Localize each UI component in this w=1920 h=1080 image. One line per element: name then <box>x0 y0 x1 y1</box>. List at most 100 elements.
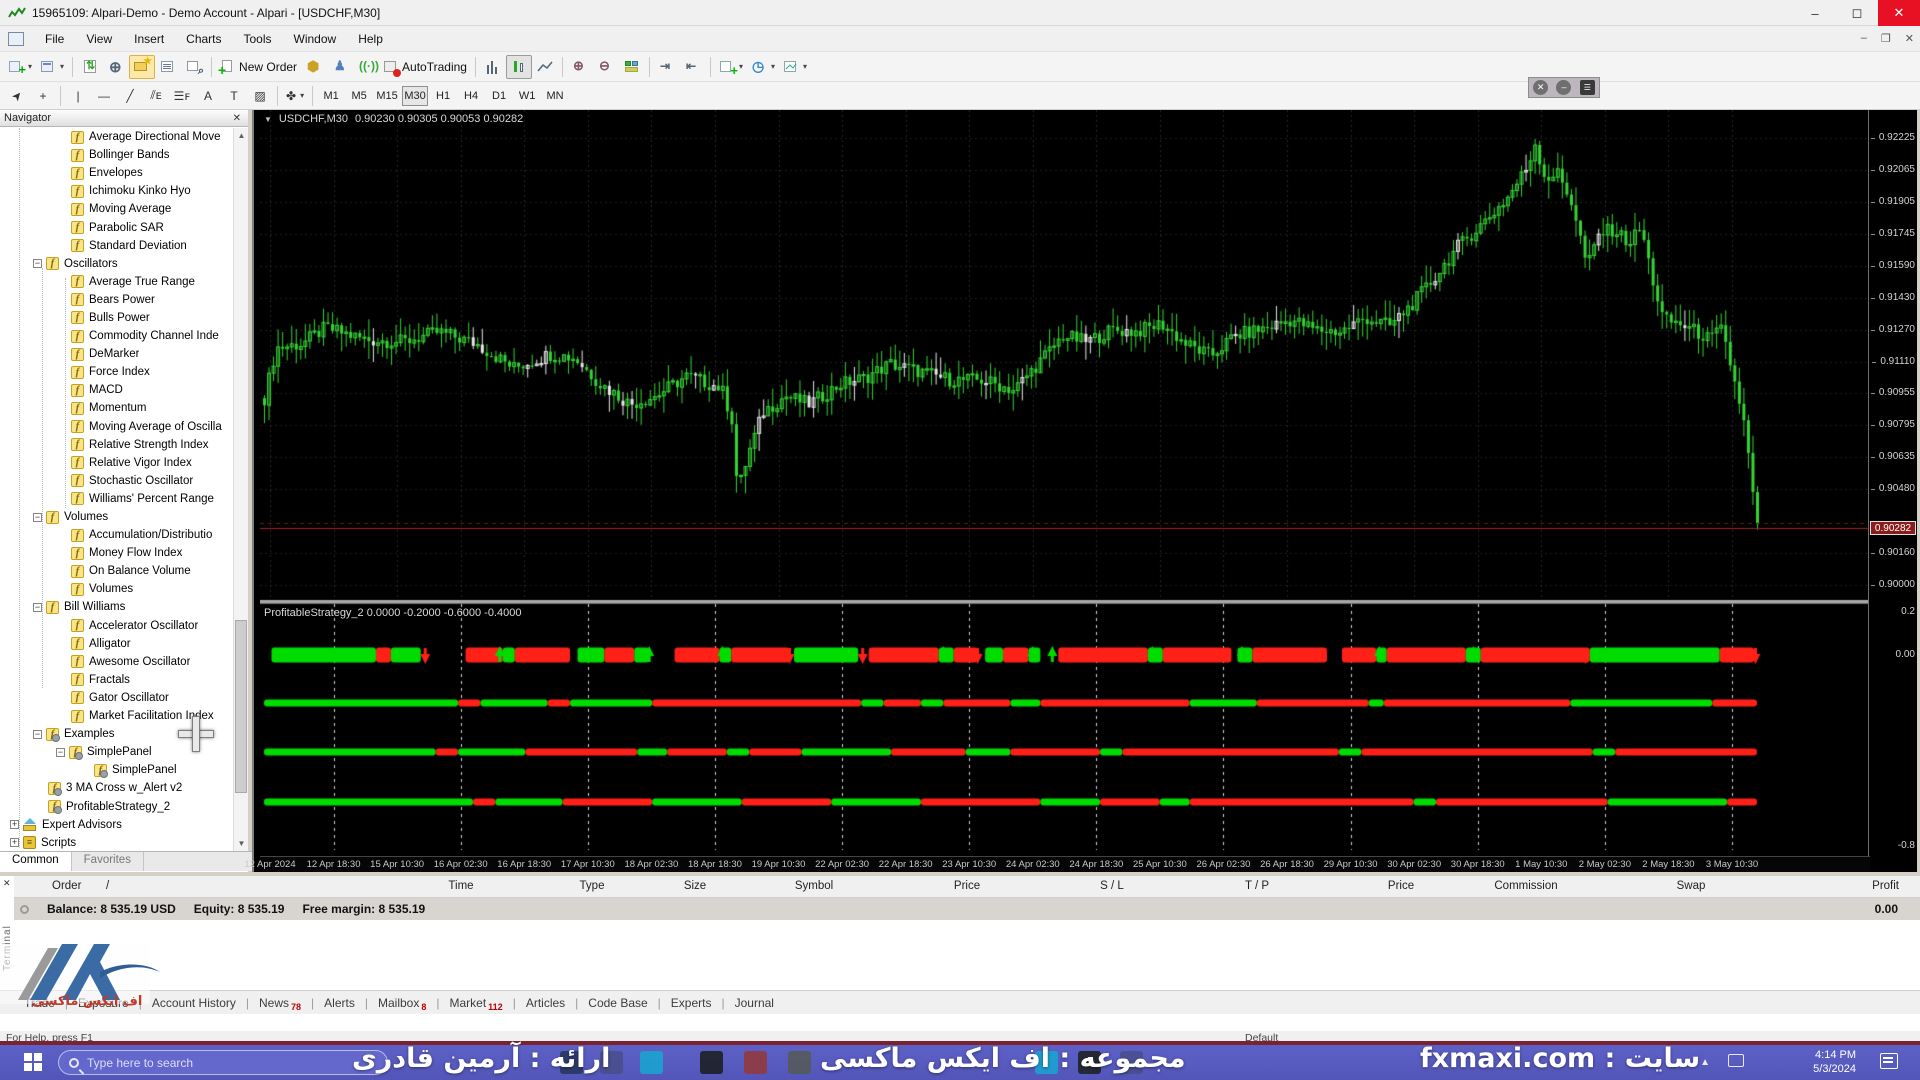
tree-item-bears-power[interactable]: f Bears Power <box>0 291 233 309</box>
collapse-box-icon[interactable]: − <box>56 747 65 757</box>
windows-start-icon[interactable] <box>24 1053 42 1071</box>
templates-button[interactable]: ▾ <box>779 55 811 79</box>
terminal-close-icon[interactable]: ✕ <box>3 878 11 889</box>
tree-item-3-ma-cross-w-alert-v2[interactable]: f 3 MA Cross w_Alert v2 <box>0 779 233 797</box>
menu-view[interactable]: View <box>75 28 123 50</box>
tree-item-fractals[interactable]: f Fractals <box>0 671 233 689</box>
tree-item-williams-percent-range[interactable]: f Williams' Percent Range <box>0 490 233 508</box>
zoom-out-button[interactable]: ⊖ <box>593 55 619 79</box>
tree-item-expert-advisors[interactable]: + Expert Advisors <box>0 816 233 834</box>
line-chart-button[interactable] <box>532 55 558 79</box>
crosshair-tool[interactable]: + <box>30 84 56 108</box>
expert-advisors-button[interactable]: ♟ <box>327 55 353 79</box>
collapse-box-icon[interactable]: − <box>33 512 42 522</box>
chart-window[interactable]: ▼ USDCHF,M30 0.90230 0.90305 0.90053 0.9… <box>244 77 1920 872</box>
equidistant-channel-tool[interactable]: ⫽ᴇ <box>143 84 169 108</box>
timeframe-h1[interactable]: H1 <box>430 86 456 106</box>
dropdown-arrow-icon[interactable]: ▾ <box>803 62 807 71</box>
taskbar-app-icon[interactable] <box>788 1051 811 1074</box>
timeframe-mn[interactable]: MN <box>542 86 568 106</box>
maximize-button[interactable]: ◻ <box>1836 0 1878 26</box>
metaeditor-button[interactable]: ⬢ <box>301 55 327 79</box>
shapes-tool[interactable]: ▨ <box>247 84 273 108</box>
taskbar-app-icon[interactable] <box>700 1051 723 1074</box>
terminal-tab-market[interactable]: Market 112 <box>439 996 512 1012</box>
tree-item-average-true-range[interactable]: f Average True Range <box>0 273 233 291</box>
tree-item-on-balance-volume[interactable]: f On Balance Volume <box>0 562 233 580</box>
tree-item-average-directional-move[interactable]: f Average Directional Move <box>0 128 233 146</box>
tree-item-parabolic-sar[interactable]: f Parabolic SAR <box>0 218 233 236</box>
dropdown-arrow-icon[interactable]: ▾ <box>60 62 64 71</box>
chart-restore-icon[interactable]: ❐ <box>1881 32 1891 45</box>
tree-item-money-flow-index[interactable]: f Money Flow Index <box>0 544 233 562</box>
collapse-box-icon[interactable]: − <box>33 259 42 269</box>
column-size[interactable]: Size <box>684 880 706 892</box>
timeframe-m30[interactable]: M30 <box>402 85 429 106</box>
indicators-button[interactable]: + ▾ <box>715 55 747 79</box>
tree-item-scripts[interactable]: + ≡ Scripts <box>0 834 233 851</box>
column-time[interactable]: Time <box>448 880 473 892</box>
search-input[interactable] <box>87 1055 337 1070</box>
column-symbol[interactable]: Symbol <box>795 880 833 892</box>
tree-item-envelopes[interactable]: f Envelopes <box>0 164 233 182</box>
fibonacci-tool[interactable]: ☰ꜰ <box>169 84 195 108</box>
dropdown-arrow-icon[interactable]: ▾ <box>300 91 304 100</box>
taskbar-app-icon[interactable] <box>744 1051 767 1074</box>
chart-minimize-icon[interactable]: – <box>1861 32 1867 45</box>
navigator-scrollbar[interactable]: ▲ ▼ <box>233 128 248 851</box>
column-profit[interactable]: Profit <box>1872 880 1899 892</box>
tree-item-profitablestrategy-2[interactable]: f ProfitableStrategy_2 <box>0 797 233 815</box>
chart-shift-button[interactable]: ⇤ <box>680 55 706 79</box>
timeframe-m1[interactable]: M1 <box>318 86 344 106</box>
panel-minimize-icon[interactable]: – <box>1556 80 1572 95</box>
navigator-tab-common[interactable]: Common <box>0 851 72 871</box>
terminal-tab-experts[interactable]: Experts <box>661 996 722 1010</box>
terminal-button[interactable] <box>155 55 181 79</box>
menu-insert[interactable]: Insert <box>123 28 175 50</box>
navigator-button[interactable]: ★ <box>129 54 156 79</box>
column-price[interactable]: Price <box>1388 880 1414 892</box>
tree-item-standard-deviation[interactable]: f Standard Deviation <box>0 237 233 255</box>
minimize-button[interactable]: – <box>1794 0 1836 26</box>
column-sl[interactable]: S / L <box>1100 880 1124 892</box>
cursor-tool[interactable]: ➤ <box>4 84 30 108</box>
trend-line-tool[interactable]: ╱ <box>117 84 143 108</box>
tree-item-gator-oscillator[interactable]: f Gator Oscillator <box>0 689 233 707</box>
tree-item-relative-vigor-index[interactable]: f Relative Vigor Index <box>0 454 233 472</box>
tree-item-moving-average[interactable]: f Moving Average <box>0 200 233 218</box>
zoom-in-button[interactable]: ⊕ <box>567 55 593 79</box>
tree-item-accumulation-distributio[interactable]: f Accumulation/Distributio <box>0 526 233 544</box>
price-chart-canvas[interactable] <box>260 110 1870 856</box>
timeframe-w1[interactable]: W1 <box>514 86 540 106</box>
menu-charts[interactable]: Charts <box>175 28 232 50</box>
close-button[interactable]: ✕ <box>1878 0 1920 26</box>
tree-item-stochastic-oscillator[interactable]: f Stochastic Oscillator <box>0 472 233 490</box>
tree-item-momentum[interactable]: f Momentum <box>0 399 233 417</box>
vertical-line-tool[interactable]: | <box>65 84 91 108</box>
panel-close-icon[interactable]: ✕ <box>1533 80 1549 95</box>
collapse-triangle-icon[interactable]: ▼ <box>264 115 272 124</box>
menu-file[interactable]: File <box>34 28 75 50</box>
collapse-box-icon[interactable]: − <box>33 729 42 739</box>
scroll-down-icon[interactable]: ▼ <box>234 836 249 851</box>
column-type[interactable]: Type <box>580 880 605 892</box>
column-commission[interactable]: Commission <box>1494 880 1557 892</box>
tile-windows-button[interactable] <box>619 55 645 79</box>
menu-tools[interactable]: Tools <box>233 28 283 50</box>
dropdown-arrow-icon[interactable]: ▾ <box>28 62 32 71</box>
column-price[interactable]: Price <box>954 880 980 892</box>
terminal-tab-news[interactable]: News 78 <box>249 996 311 1012</box>
profiles-button[interactable]: ▾ <box>36 55 68 79</box>
tray-chat-icon[interactable] <box>1728 1054 1744 1067</box>
chart-close-icon[interactable]: ✕ <box>1905 32 1914 45</box>
terminal-tab-code-base[interactable]: Code Base <box>578 996 657 1010</box>
tree-item-ichimoku-kinko-hyo[interactable]: f Ichimoku Kinko Hyo <box>0 182 233 200</box>
market-watch-button[interactable]: ⇅ <box>77 55 103 79</box>
taskbar-clock[interactable]: 4:14 PM 5/3/2024 <box>1813 1048 1856 1076</box>
tree-item-volumes[interactable]: − f Volumes <box>0 508 233 526</box>
tree-item-bulls-power[interactable]: f Bulls Power <box>0 309 233 327</box>
periods-button[interactable]: ◷ ▾ <box>747 55 779 79</box>
tree-item-macd[interactable]: f MACD <box>0 381 233 399</box>
timeframe-h4[interactable]: H4 <box>458 86 484 106</box>
candlestick-chart-button[interactable] <box>505 54 532 79</box>
